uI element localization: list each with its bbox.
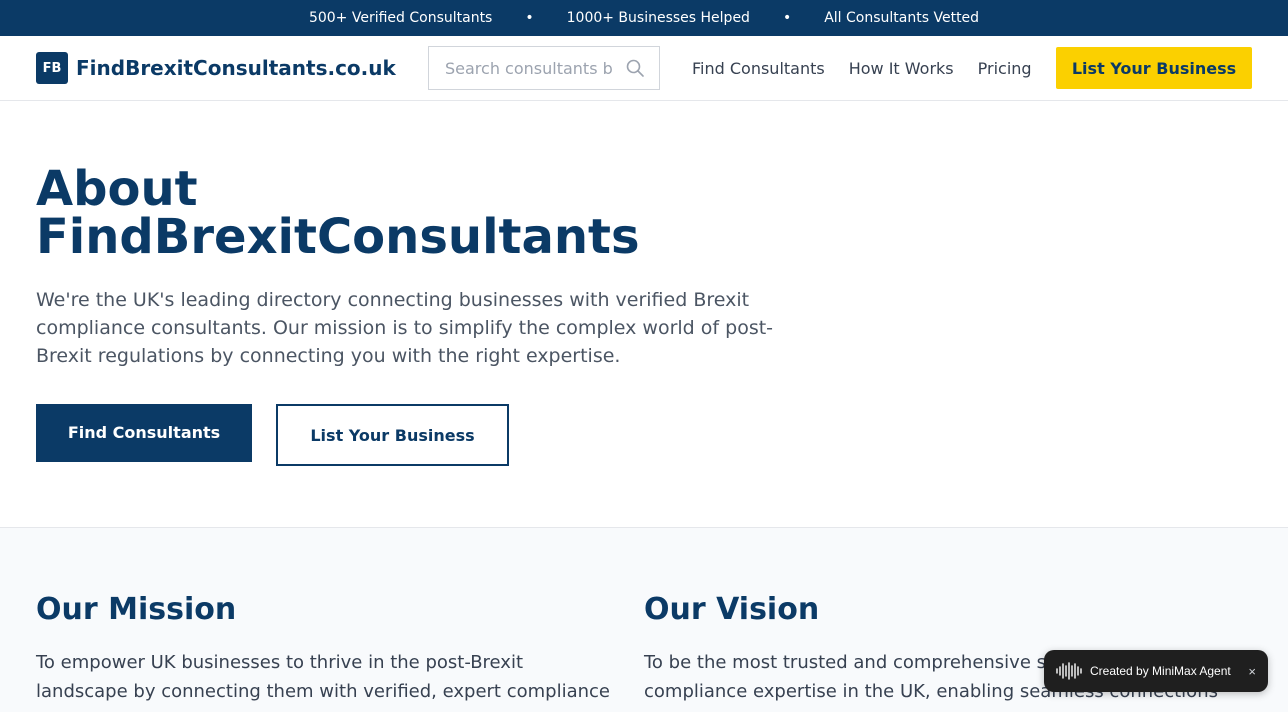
- search-box: [428, 46, 660, 90]
- mission-text: To empower UK businesses to thrive in th…: [36, 652, 610, 702]
- logo-text: FindBrexitConsultants.co.uk: [76, 56, 396, 80]
- mission-title: Our Mission: [36, 592, 237, 627]
- hero-section: About FindBrexitConsultants We're the UK…: [0, 101, 1288, 528]
- announcement-businesses-helped: 1000+ Businesses Helped: [566, 10, 750, 26]
- announcement-consultants-vetted: All Consultants Vetted: [824, 10, 980, 26]
- mission-block: Our Mission To empower UK businesses to …: [36, 592, 644, 712]
- hero-description: We're the UK's leading directory connect…: [36, 289, 774, 367]
- find-consultants-button[interactable]: Find Consultants: [36, 404, 252, 462]
- announcement-separator: •: [782, 10, 792, 26]
- minimax-agent-badge[interactable]: Created by MiniMax Agent ×: [1044, 650, 1268, 692]
- close-icon[interactable]: ×: [1248, 664, 1256, 679]
- site-logo[interactable]: FB FindBrexitConsultants.co.uk: [36, 52, 396, 84]
- main-nav: Find Consultants How It Works Pricing: [692, 36, 1056, 100]
- hero-list-your-business-button[interactable]: List Your Business: [276, 404, 509, 466]
- waveform-icon: [1056, 662, 1082, 680]
- hero-buttons: Find Consultants List Your Business: [36, 404, 1252, 466]
- nav-how-it-works[interactable]: How It Works: [849, 59, 954, 78]
- announcement-bar: 500+ Verified Consultants • 1000+ Busine…: [0, 0, 1288, 36]
- search-input[interactable]: [445, 58, 613, 78]
- nav-pricing[interactable]: Pricing: [978, 59, 1032, 78]
- search-icon[interactable]: [625, 58, 645, 78]
- list-your-business-button[interactable]: List Your Business: [1056, 47, 1252, 89]
- logo-badge: FB: [36, 52, 68, 84]
- minimax-agent-label: Created by MiniMax Agent: [1090, 664, 1231, 678]
- site-header: FB FindBrexitConsultants.co.uk Find Cons…: [0, 36, 1288, 101]
- announcement-verified-consultants: 500+ Verified Consultants: [308, 10, 493, 26]
- vision-title: Our Vision: [644, 592, 820, 627]
- announcement-separator: •: [525, 10, 534, 26]
- nav-find-consultants[interactable]: Find Consultants: [692, 59, 825, 78]
- page-title: About FindBrexitConsultants: [36, 161, 640, 265]
